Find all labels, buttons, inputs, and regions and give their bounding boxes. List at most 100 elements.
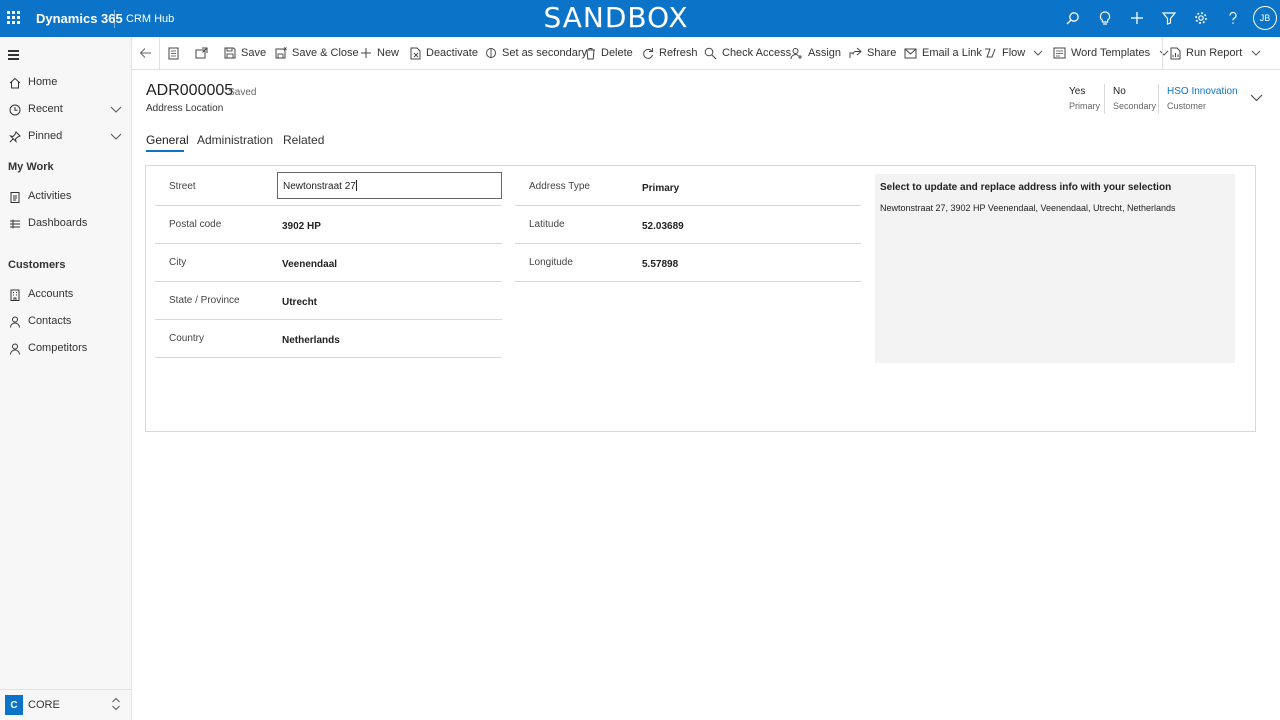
refresh-label: Refresh [659, 47, 698, 59]
address-suggestion-item[interactable]: Newtonstraat 27, 3902 HP Veenendaal, Vee… [880, 203, 1176, 213]
chevron-down-icon [1033, 50, 1043, 56]
word-templates-button[interactable]: Word Templates [1053, 37, 1174, 69]
tab-administration[interactable]: Administration [197, 133, 273, 147]
nav-item-label: Home [28, 76, 58, 88]
form-selector-button[interactable] [168, 37, 184, 69]
area-switcher[interactable]: C CORE [0, 689, 131, 720]
field-label: State / Province [169, 295, 240, 306]
field-value[interactable]: Primary [642, 183, 679, 194]
field-row-city[interactable]: City Veenendaal [155, 244, 502, 282]
left-navigation: Home Recent Pinned My Work Activities Da… [0, 37, 132, 720]
save-close-label: Save & Close [292, 47, 359, 59]
back-button[interactable] [139, 37, 157, 69]
header-expand-chevron-icon[interactable] [1250, 93, 1263, 103]
header-field-label: Customer [1167, 101, 1207, 111]
tab-general[interactable]: General [146, 133, 189, 147]
street-input[interactable]: Newtonstraat 27 [277, 172, 502, 199]
nav-item-accounts[interactable]: Accounts [0, 284, 131, 306]
field-row-country[interactable]: Country Netherlands [155, 320, 502, 358]
field-label: Latitude [529, 219, 565, 230]
save-close-button[interactable]: Save & Close [275, 37, 359, 69]
field-value[interactable]: Netherlands [282, 335, 340, 346]
open-new-window-button[interactable] [195, 37, 213, 69]
search-icon[interactable] [1064, 9, 1082, 27]
field-row-address-type[interactable]: Address Type Primary [515, 168, 861, 206]
nav-item-pinned[interactable]: Pinned [0, 126, 131, 148]
clipboard-icon [10, 192, 20, 203]
nav-item-recent[interactable]: Recent [0, 99, 131, 121]
run-report-button[interactable]: Run Report [1170, 37, 1266, 69]
check-access-button[interactable]: Check Access [704, 37, 791, 69]
share-button[interactable]: Share [849, 37, 896, 69]
refresh-button[interactable]: Refresh [642, 37, 698, 69]
nav-item-contacts[interactable]: Contacts [0, 311, 131, 333]
chevron-down-icon [1159, 50, 1169, 56]
flow-label: Flow [1002, 47, 1026, 59]
header-field-primary[interactable]: Yes Primary [1069, 86, 1100, 111]
field-value[interactable]: 3902 HP [282, 221, 321, 232]
delete-button[interactable]: Delete [585, 37, 633, 69]
field-value[interactable]: Veenendaal [282, 259, 337, 270]
area-badge: C [5, 695, 23, 715]
person-icon [10, 316, 20, 328]
assign-button[interactable]: Assign [790, 37, 841, 69]
refresh-icon [643, 48, 653, 59]
user-avatar[interactable]: JB [1253, 6, 1277, 30]
new-button[interactable]: New [360, 37, 399, 69]
flow-button[interactable]: Flow [984, 37, 1048, 69]
set-as-secondary-button[interactable]: Set as secondary [485, 37, 587, 69]
record-title: ADR000005 [146, 82, 234, 99]
save-button[interactable]: Save [224, 37, 266, 69]
hamburger-menu-icon[interactable] [8, 50, 19, 60]
header-field-label: Primary [1069, 101, 1100, 111]
check-access-label: Check Access [722, 47, 792, 59]
header-field-secondary[interactable]: No Secondary [1113, 86, 1156, 111]
field-row-longitude[interactable]: Longitude 5.57898 [515, 244, 861, 282]
customer-link[interactable]: HSO Innovation [1167, 86, 1238, 97]
email-link-button[interactable]: Email a Link [904, 37, 982, 69]
gear-icon[interactable] [1192, 9, 1210, 27]
filter-icon[interactable] [1160, 9, 1178, 27]
email-link-label: Email a Link [922, 47, 982, 59]
nav-item-activities[interactable]: Activities [0, 186, 131, 208]
command-bar: Save Save & Close New Deactivate Set as … [132, 37, 1280, 70]
nav-item-competitors[interactable]: Competitors [0, 338, 131, 360]
new-window-icon [195, 47, 208, 59]
header-divider [1104, 84, 1105, 114]
address-suggestions-panel: Select to update and replace address inf… [875, 174, 1235, 363]
nav-item-label: Accounts [28, 288, 74, 300]
field-row-latitude[interactable]: Latitude 52.03689 [515, 206, 861, 244]
field-row-state[interactable]: State / Province Utrecht [155, 282, 502, 320]
chevron-down-icon[interactable] [110, 130, 122, 142]
field-value[interactable]: Utrecht [282, 297, 317, 308]
help-icon[interactable] [1224, 9, 1242, 27]
deactivate-button[interactable]: Deactivate [410, 37, 478, 69]
delete-label: Delete [601, 47, 633, 59]
report-icon [1170, 47, 1181, 59]
nav-item-label: Pinned [28, 130, 63, 142]
header-field-customer[interactable]: HSO Innovation Customer [1167, 86, 1238, 111]
field-label: City [169, 257, 187, 268]
nav-item-dashboards[interactable]: Dashboards [0, 213, 131, 235]
field-row-postal-code[interactable]: Postal code 3902 HP [155, 206, 502, 244]
tab-related[interactable]: Related [283, 133, 324, 147]
plus-icon[interactable] [1128, 9, 1146, 27]
lightbulb-icon[interactable] [1096, 9, 1114, 27]
field-label: Postal code [169, 219, 222, 230]
check-access-icon [704, 47, 717, 59]
suggestions-title: Select to update and replace address inf… [880, 182, 1172, 193]
deactivate-icon [410, 47, 421, 59]
share-label: Share [867, 47, 897, 59]
nav-item-label: Activities [28, 190, 72, 202]
command-divider [1162, 37, 1163, 69]
field-label: Longitude [529, 257, 573, 268]
document-icon [168, 47, 179, 59]
chevron-down-icon[interactable] [110, 103, 122, 115]
field-label: Street [169, 181, 196, 192]
field-value[interactable]: 5.57898 [642, 259, 678, 270]
field-value[interactable]: 52.03689 [642, 221, 684, 232]
building-icon [10, 289, 20, 301]
home-icon [9, 77, 21, 89]
secondary-icon [486, 48, 496, 58]
nav-item-home[interactable]: Home [0, 72, 131, 94]
